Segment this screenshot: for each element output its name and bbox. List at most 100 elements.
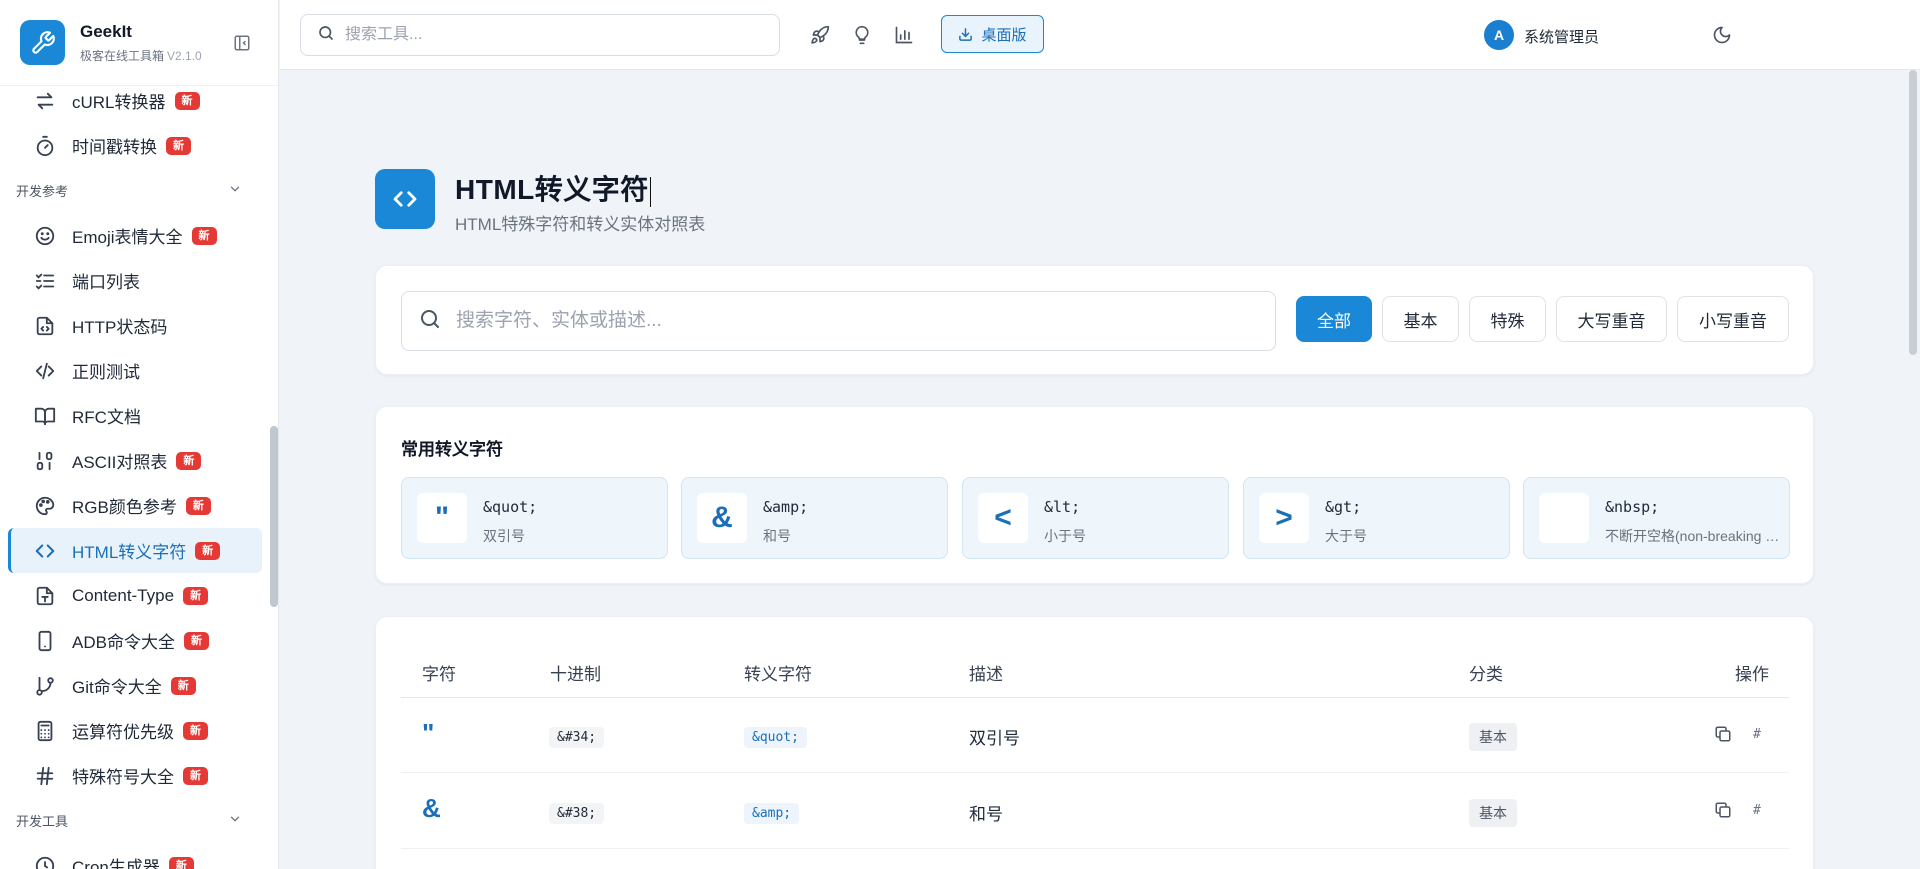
topbar: 桌面版 A 系统管理员 (280, 0, 1920, 70)
bar-chart-icon[interactable] (893, 24, 915, 46)
user-name[interactable]: 系统管理员 (1524, 26, 1599, 47)
binary-icon (34, 450, 56, 472)
entity-search-input[interactable] (456, 310, 1256, 332)
entity-tile[interactable]: > &gt; 大于号 (1243, 477, 1510, 559)
entity-desc: 不断开空格(non-breaking space) (1605, 528, 1780, 544)
entity-code: &quot; (483, 498, 538, 516)
section-dev-tools[interactable]: 开发工具 (0, 798, 270, 843)
search-icon (418, 307, 442, 336)
sidebar-item-ports[interactable]: 端口列表 (8, 258, 262, 303)
sidebar-item-label: Emoji表情大全 (72, 228, 183, 247)
code-brackets-icon (375, 169, 435, 229)
sidebar-item-label: RGB颜色参考 (72, 498, 177, 517)
copy-icon[interactable] (1713, 724, 1733, 744)
smile-icon (34, 225, 56, 247)
filter-basic-button[interactable]: 基本 (1382, 296, 1459, 342)
sidebar-item-label: Content-Type (72, 585, 175, 605)
book-open-icon (34, 405, 56, 427)
entity-char: < (978, 493, 1028, 543)
row-char: " (422, 718, 435, 748)
new-badge: 新 (166, 136, 191, 155)
row-decimal[interactable]: &#38; (549, 803, 605, 824)
entity-code: &gt; (1325, 498, 1362, 516)
sidebar-item-label: RFC文档 (72, 408, 141, 427)
row-divider (401, 848, 1789, 849)
copy-icon[interactable] (1713, 800, 1733, 820)
entity-tile[interactable]: < &lt; 小于号 (962, 477, 1229, 559)
row-entity[interactable]: &quot; (744, 727, 807, 748)
tool-search[interactable] (300, 14, 780, 56)
filter-lower-accent-button[interactable]: 小写重音 (1677, 296, 1789, 342)
sidebar-item-html-escape[interactable]: HTML转义字符 新 (8, 528, 262, 573)
rocket-icon[interactable] (809, 24, 831, 46)
arrows-swap-icon (34, 90, 56, 112)
row-desc: 双引号 (969, 729, 1020, 748)
copy-decimal-hash[interactable]: # (1753, 727, 1761, 742)
sidebar-item-operators[interactable]: 运算符优先级 新 (8, 708, 262, 753)
row-desc: 和号 (969, 805, 1003, 824)
lightbulb-icon[interactable] (851, 24, 873, 46)
row-entity[interactable]: &amp; (744, 803, 800, 824)
entity-tile[interactable]: & &amp; 和号 (681, 477, 948, 559)
sidebar-item-emoji[interactable]: Emoji表情大全 新 (8, 213, 262, 258)
entity-char: > (1259, 493, 1309, 543)
sidebar-item-label: 端口列表 (72, 273, 140, 292)
new-badge: 新 (183, 721, 208, 740)
sidebar-scrollbar[interactable] (270, 426, 278, 607)
filter-special-button[interactable]: 特殊 (1469, 296, 1546, 342)
moon-icon[interactable] (1711, 24, 1733, 46)
sidebar-item-content-type[interactable]: Content-Type 新 (8, 573, 262, 618)
common-entities-title: 常用转义字符 (401, 440, 503, 459)
entity-tile[interactable]: " &quot; 双引号 (401, 477, 668, 559)
sidebar-item-rgb[interactable]: RGB颜色参考 新 (8, 483, 262, 528)
new-badge: 新 (195, 541, 221, 560)
entity-char (1539, 493, 1589, 543)
sidebar-item-label: ADB命令大全 (72, 633, 175, 652)
entity-code: &amp; (763, 498, 809, 516)
sidebar-item-label: HTML转义字符 (72, 543, 187, 562)
row-decimal[interactable]: &#34; (549, 727, 605, 748)
new-badge: 新 (183, 631, 209, 650)
entity-search[interactable] (401, 291, 1276, 351)
sidebar-collapse-icon[interactable] (232, 33, 252, 53)
file-code-icon (34, 315, 56, 337)
entity-table-card: 字符 十进制 转义字符 描述 分类 操作 " &#34; &quot; 双引号 … (375, 616, 1814, 869)
brand-version: V2.1.0 (167, 48, 202, 63)
brand-name: GeekIt (80, 21, 132, 41)
git-branch-icon (34, 675, 56, 697)
filter-upper-accent-button[interactable]: 大写重音 (1556, 296, 1667, 342)
search-icon (317, 24, 335, 47)
entity-code: &nbsp; (1605, 498, 1660, 516)
section-label: 开发工具 (16, 814, 69, 829)
brand-header: GeekIt 极客在线工具箱 V2.1.0 (0, 0, 278, 86)
entity-desc: 大于号 (1325, 528, 1367, 544)
sidebar-item-git[interactable]: Git命令大全 新 (8, 663, 262, 708)
sidebar-item-regex[interactable]: 正则测试 (8, 348, 262, 393)
desktop-label: 桌面版 (981, 26, 1027, 44)
page-scrollbar[interactable] (1909, 70, 1917, 355)
entity-tile[interactable]: &nbsp; 不断开空格(non-breaking space) (1523, 477, 1790, 559)
tool-search-input[interactable] (345, 26, 745, 44)
row-category: 基本 (1469, 799, 1517, 827)
sidebar-item-timestamp[interactable]: 时间戳转换 新 (8, 123, 262, 168)
entity-char: & (697, 493, 747, 543)
calculator-icon (34, 720, 56, 742)
section-dev-ref[interactable]: 开发参考 (0, 168, 270, 213)
sidebar-item-cron[interactable]: Cron生成器 新 (8, 843, 262, 869)
sidebar-item-ascii[interactable]: ASCII对照表 新 (8, 438, 262, 483)
stopwatch-icon (34, 135, 56, 157)
sidebar-item-adb[interactable]: ADB命令大全 新 (8, 618, 262, 663)
row-category: 基本 (1469, 723, 1517, 751)
new-badge: 新 (170, 676, 196, 695)
new-badge: 新 (168, 856, 194, 869)
new-badge: 新 (174, 91, 200, 110)
copy-decimal-hash[interactable]: # (1753, 803, 1761, 818)
sidebar-item-label: 正则测试 (72, 363, 140, 382)
sidebar-item-http-status[interactable]: HTTP状态码 (8, 303, 262, 348)
sidebar-item-rfc[interactable]: RFC文档 (8, 393, 262, 438)
sidebar-item-symbols[interactable]: 特殊符号大全 新 (8, 753, 262, 798)
desktop-version-button[interactable]: 桌面版 (941, 15, 1044, 53)
avatar[interactable]: A (1484, 20, 1514, 50)
entity-code: &lt; (1044, 498, 1081, 516)
filter-all-button[interactable]: 全部 (1296, 296, 1372, 342)
